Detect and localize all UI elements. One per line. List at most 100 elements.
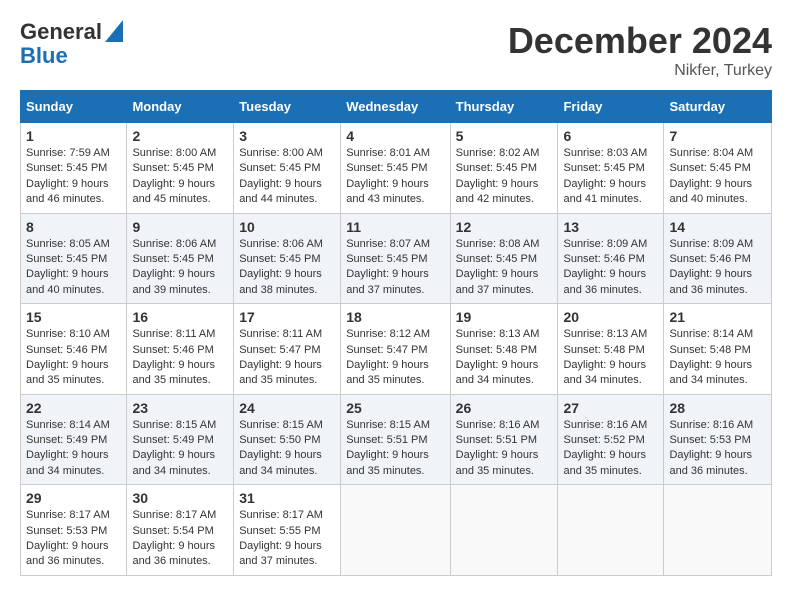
calendar-cell: 30 Sunrise: 8:17 AM Sunset: 5:54 PM Dayl… [127, 485, 234, 576]
calendar-cell: 1 Sunrise: 7:59 AM Sunset: 5:45 PM Dayli… [21, 123, 127, 214]
day-header-tuesday: Tuesday [234, 91, 341, 123]
day-number: 8 [26, 219, 121, 235]
day-number: 11 [346, 219, 444, 235]
day-number: 21 [669, 309, 766, 325]
sunset-text: Sunset: 5:48 PM [456, 344, 537, 356]
day-number: 15 [26, 309, 121, 325]
sunrise-text: Sunrise: 8:04 AM [669, 147, 753, 159]
sunrise-text: Sunrise: 8:13 AM [563, 328, 647, 340]
sunset-text: Sunset: 5:45 PM [132, 162, 213, 174]
calendar-cell: 16 Sunrise: 8:11 AM Sunset: 5:46 PM Dayl… [127, 304, 234, 395]
sunrise-text: Sunrise: 8:08 AM [456, 238, 540, 250]
calendar-cell: 18 Sunrise: 8:12 AM Sunset: 5:47 PM Dayl… [341, 304, 450, 395]
calendar-cell: 28 Sunrise: 8:16 AM Sunset: 5:53 PM Dayl… [664, 394, 772, 485]
daylight-text: Daylight: 9 hours and 35 minutes. [563, 449, 646, 476]
daylight-text: Daylight: 9 hours and 35 minutes. [346, 359, 429, 386]
day-number: 14 [669, 219, 766, 235]
sunrise-text: Sunrise: 8:16 AM [456, 419, 540, 431]
calendar-cell: 17 Sunrise: 8:11 AM Sunset: 5:47 PM Dayl… [234, 304, 341, 395]
sunrise-text: Sunrise: 8:15 AM [346, 419, 430, 431]
daylight-text: Daylight: 9 hours and 35 minutes. [132, 359, 215, 386]
calendar-cell: 31 Sunrise: 8:17 AM Sunset: 5:55 PM Dayl… [234, 485, 341, 576]
logo-icon [105, 20, 123, 42]
calendar-cell: 27 Sunrise: 8:16 AM Sunset: 5:52 PM Dayl… [558, 394, 664, 485]
day-number: 1 [26, 128, 121, 144]
day-header-thursday: Thursday [450, 91, 558, 123]
daylight-text: Daylight: 9 hours and 36 minutes. [669, 449, 752, 476]
day-header-saturday: Saturday [664, 91, 772, 123]
sunset-text: Sunset: 5:46 PM [26, 344, 107, 356]
daylight-text: Daylight: 9 hours and 36 minutes. [563, 268, 646, 295]
sunset-text: Sunset: 5:45 PM [456, 253, 537, 265]
month-title: December 2024 [508, 20, 772, 62]
daylight-text: Daylight: 9 hours and 38 minutes. [239, 268, 322, 295]
sunset-text: Sunset: 5:50 PM [239, 434, 320, 446]
sunset-text: Sunset: 5:45 PM [346, 162, 427, 174]
sunrise-text: Sunrise: 8:09 AM [563, 238, 647, 250]
daylight-text: Daylight: 9 hours and 43 minutes. [346, 178, 429, 205]
calendar-cell: 22 Sunrise: 8:14 AM Sunset: 5:49 PM Dayl… [21, 394, 127, 485]
calendar-cell: 12 Sunrise: 8:08 AM Sunset: 5:45 PM Dayl… [450, 213, 558, 304]
sunrise-text: Sunrise: 8:15 AM [132, 419, 216, 431]
calendar-cell: 23 Sunrise: 8:15 AM Sunset: 5:49 PM Dayl… [127, 394, 234, 485]
day-number: 4 [346, 128, 444, 144]
daylight-text: Daylight: 9 hours and 45 minutes. [132, 178, 215, 205]
day-number: 29 [26, 490, 121, 506]
sunrise-text: Sunrise: 8:01 AM [346, 147, 430, 159]
daylight-text: Daylight: 9 hours and 42 minutes. [456, 178, 539, 205]
day-header-monday: Monday [127, 91, 234, 123]
daylight-text: Daylight: 9 hours and 40 minutes. [26, 268, 109, 295]
sunset-text: Sunset: 5:51 PM [456, 434, 537, 446]
sunrise-text: Sunrise: 8:00 AM [239, 147, 323, 159]
sunset-text: Sunset: 5:52 PM [563, 434, 644, 446]
day-number: 6 [563, 128, 658, 144]
day-number: 18 [346, 309, 444, 325]
calendar-cell: 10 Sunrise: 8:06 AM Sunset: 5:45 PM Dayl… [234, 213, 341, 304]
sunset-text: Sunset: 5:51 PM [346, 434, 427, 446]
calendar-cell: 13 Sunrise: 8:09 AM Sunset: 5:46 PM Dayl… [558, 213, 664, 304]
day-number: 19 [456, 309, 553, 325]
sunset-text: Sunset: 5:45 PM [346, 253, 427, 265]
day-number: 3 [239, 128, 335, 144]
sunrise-text: Sunrise: 7:59 AM [26, 147, 110, 159]
day-number: 9 [132, 219, 228, 235]
calendar-cell: 25 Sunrise: 8:15 AM Sunset: 5:51 PM Dayl… [341, 394, 450, 485]
sunrise-text: Sunrise: 8:16 AM [563, 419, 647, 431]
calendar-cell: 29 Sunrise: 8:17 AM Sunset: 5:53 PM Dayl… [21, 485, 127, 576]
day-number: 2 [132, 128, 228, 144]
sunrise-text: Sunrise: 8:11 AM [239, 328, 322, 340]
daylight-text: Daylight: 9 hours and 36 minutes. [26, 540, 109, 567]
daylight-text: Daylight: 9 hours and 34 minutes. [132, 449, 215, 476]
day-number: 25 [346, 400, 444, 416]
location: Nikfer, Turkey [508, 62, 772, 80]
calendar-cell [450, 485, 558, 576]
day-number: 24 [239, 400, 335, 416]
calendar-cell: 2 Sunrise: 8:00 AM Sunset: 5:45 PM Dayli… [127, 123, 234, 214]
sunset-text: Sunset: 5:46 PM [132, 344, 213, 356]
daylight-text: Daylight: 9 hours and 44 minutes. [239, 178, 322, 205]
calendar-cell: 21 Sunrise: 8:14 AM Sunset: 5:48 PM Dayl… [664, 304, 772, 395]
day-number: 28 [669, 400, 766, 416]
sunrise-text: Sunrise: 8:00 AM [132, 147, 216, 159]
calendar-cell: 8 Sunrise: 8:05 AM Sunset: 5:45 PM Dayli… [21, 213, 127, 304]
daylight-text: Daylight: 9 hours and 34 minutes. [239, 449, 322, 476]
sunrise-text: Sunrise: 8:06 AM [132, 238, 216, 250]
sunrise-text: Sunrise: 8:02 AM [456, 147, 540, 159]
day-number: 23 [132, 400, 228, 416]
sunset-text: Sunset: 5:55 PM [239, 525, 320, 537]
calendar-cell: 7 Sunrise: 8:04 AM Sunset: 5:45 PM Dayli… [664, 123, 772, 214]
day-number: 26 [456, 400, 553, 416]
sunrise-text: Sunrise: 8:16 AM [669, 419, 753, 431]
day-number: 30 [132, 490, 228, 506]
sunset-text: Sunset: 5:45 PM [456, 162, 537, 174]
calendar-cell: 15 Sunrise: 8:10 AM Sunset: 5:46 PM Dayl… [21, 304, 127, 395]
sunset-text: Sunset: 5:45 PM [26, 253, 107, 265]
logo: General Blue [20, 20, 123, 68]
daylight-text: Daylight: 9 hours and 39 minutes. [132, 268, 215, 295]
calendar-week-row: 8 Sunrise: 8:05 AM Sunset: 5:45 PM Dayli… [21, 213, 772, 304]
calendar-cell [664, 485, 772, 576]
daylight-text: Daylight: 9 hours and 34 minutes. [456, 359, 539, 386]
day-number: 20 [563, 309, 658, 325]
sunrise-text: Sunrise: 8:12 AM [346, 328, 430, 340]
daylight-text: Daylight: 9 hours and 41 minutes. [563, 178, 646, 205]
